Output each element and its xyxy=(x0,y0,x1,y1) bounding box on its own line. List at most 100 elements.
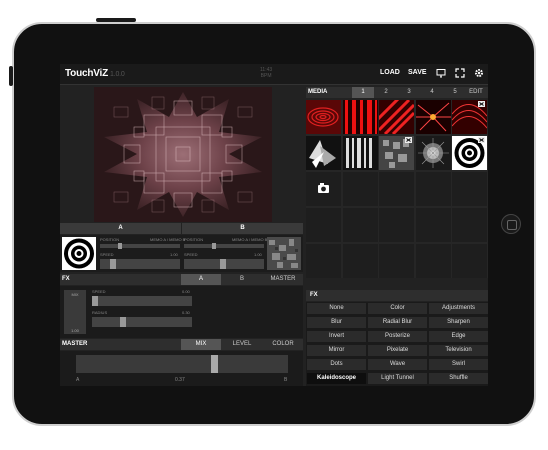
deck-b-position-slider[interactable] xyxy=(184,243,264,249)
camera-cell[interactable] xyxy=(306,172,341,206)
media-cell-10[interactable] xyxy=(452,136,487,170)
fx-button-adjustments[interactable]: Adjustments xyxy=(429,303,488,314)
deck-a-thumbnail[interactable] xyxy=(62,237,96,270)
deck-b-speed-label: SPEED xyxy=(184,252,198,257)
fx-radius-knob[interactable] xyxy=(120,317,126,327)
media-empty-cell[interactable] xyxy=(452,244,487,278)
deck-a-speed-label: SPEED xyxy=(100,252,114,257)
fx-radius-value: 0.30 xyxy=(182,310,190,315)
gear-icon[interactable] xyxy=(473,68,484,79)
ipad-top-button xyxy=(96,18,136,22)
fx-speed-value: 0.00 xyxy=(182,289,190,294)
fx-label: FX xyxy=(62,276,70,282)
deck-a-speed-knob[interactable] xyxy=(110,259,116,269)
top-status: 11:43 BPM xyxy=(260,67,272,79)
media-empty-cell[interactable] xyxy=(416,244,451,278)
load-button[interactable]: LOAD xyxy=(380,69,400,76)
fx-tab-a[interactable]: A xyxy=(181,274,221,285)
master-tab-color[interactable]: COLOR xyxy=(263,339,303,350)
deck-b-header[interactable]: B xyxy=(182,223,303,234)
fx-button-mirror[interactable]: Mirror xyxy=(307,345,366,356)
master-right-label: B xyxy=(284,377,288,383)
media-tab-5[interactable]: 5 xyxy=(444,87,466,98)
fx-button-light-tunnel[interactable]: Light Tunnel xyxy=(368,373,427,384)
fx-button-radial-blur[interactable]: Radial Blur xyxy=(368,317,427,328)
media-empty-cell[interactable] xyxy=(343,172,378,206)
fx-button-blur[interactable]: Blur xyxy=(307,317,366,328)
deck-a-position-slider[interactable] xyxy=(100,243,180,249)
fx-button-wave[interactable]: Wave xyxy=(368,359,427,370)
media-empty-cell[interactable] xyxy=(452,208,487,242)
media-empty-cell[interactable] xyxy=(343,208,378,242)
master-tab-level[interactable]: LEVEL xyxy=(222,339,262,350)
media-tab-4[interactable]: 4 xyxy=(421,87,443,98)
media-empty-cell[interactable] xyxy=(306,208,341,242)
media-cell-5[interactable] xyxy=(452,100,487,134)
fx-speed-knob[interactable] xyxy=(92,296,98,306)
fx-speed-slider[interactable] xyxy=(92,296,192,306)
media-cell-7[interactable] xyxy=(343,136,378,170)
deck-a-speed-slider[interactable] xyxy=(100,259,180,269)
save-button[interactable]: SAVE xyxy=(408,69,427,76)
media-empty-cell[interactable] xyxy=(452,172,487,206)
media-empty-cell[interactable] xyxy=(416,172,451,206)
fx-button-television[interactable]: Television xyxy=(429,345,488,356)
ipad-side-button xyxy=(9,66,13,86)
master-crossfader[interactable] xyxy=(76,355,288,373)
fx-button-color[interactable]: Color xyxy=(368,303,427,314)
media-empty-cell[interactable] xyxy=(416,208,451,242)
media-tab-3[interactable]: 3 xyxy=(398,87,420,98)
media-empty-cell[interactable] xyxy=(379,244,414,278)
fx-mix-fader[interactable]: MIX 1.00 xyxy=(64,290,86,334)
fx-mix-top-label: MIX xyxy=(71,292,79,297)
fullscreen-icon[interactable] xyxy=(454,68,465,79)
fx-button-none[interactable]: None xyxy=(307,303,366,314)
master-tabs-bar: MASTER MIX LEVEL COLOR xyxy=(60,339,303,350)
media-tab-2[interactable]: 2 xyxy=(375,87,397,98)
deck-a-position-label: POSITION xyxy=(100,237,120,242)
master-label: MASTER xyxy=(62,341,88,347)
media-empty-cell[interactable] xyxy=(379,208,414,242)
fx-button-posterize[interactable]: Posterize xyxy=(368,331,427,342)
fx-controls: MIX 1.00 SPEED 0.00 RADIUS 0.30 xyxy=(60,286,303,338)
media-cell-4[interactable] xyxy=(416,100,451,134)
fx-button-edge[interactable]: Edge xyxy=(429,331,488,342)
master-controls: A 0.37 B xyxy=(60,351,303,386)
media-empty-cell[interactable] xyxy=(343,244,378,278)
deck-b-thumbnail[interactable] xyxy=(267,237,301,270)
monitor-icon[interactable] xyxy=(435,68,446,79)
media-cell-2[interactable] xyxy=(343,100,378,134)
fx-button-kaleidoscope[interactable]: Kaleidoscope xyxy=(307,373,366,384)
media-tab-1[interactable]: 1 xyxy=(352,87,374,98)
fx-radius-slider[interactable] xyxy=(92,317,192,327)
deck-b-speed-slider[interactable] xyxy=(184,259,264,269)
master-crossfader-knob[interactable] xyxy=(211,355,219,373)
fx-button-sharpen[interactable]: Sharpen xyxy=(429,317,488,328)
media-cell-6[interactable] xyxy=(306,136,341,170)
fx-button-dots[interactable]: Dots xyxy=(307,359,366,370)
media-empty-cell[interactable] xyxy=(306,244,341,278)
media-cell-3[interactable] xyxy=(379,100,414,134)
media-edit-button[interactable]: EDIT xyxy=(464,87,488,98)
deck-b-speed-knob[interactable] xyxy=(220,259,226,269)
deck-a-range-label: MEMO A / MEMO B xyxy=(150,237,186,242)
home-button[interactable] xyxy=(501,214,521,234)
deck-a-header[interactable]: A xyxy=(60,223,181,234)
master-left-label: A xyxy=(76,377,80,383)
fx-button-swirl[interactable]: Swirl xyxy=(429,359,488,370)
master-tab-mix[interactable]: MIX xyxy=(181,339,221,350)
fx-speed-label: SPEED xyxy=(92,289,106,294)
fx-button-shuffle[interactable]: Shuffle xyxy=(429,373,488,384)
fx-button-invert[interactable]: Invert xyxy=(307,331,366,342)
deck-b-position-knob[interactable] xyxy=(212,243,216,249)
top-bar: TouchViZ 1.0.0 11:43 BPM LOAD SAVE xyxy=(60,64,488,85)
fx-tab-master[interactable]: MASTER xyxy=(263,274,303,285)
media-empty-cell[interactable] xyxy=(379,172,414,206)
fx-tab-b[interactable]: B xyxy=(222,274,262,285)
deck-a-position-knob[interactable] xyxy=(118,243,122,249)
media-cell-1[interactable] xyxy=(306,100,341,134)
fx-button-pixelate[interactable]: Pixelate xyxy=(368,345,427,356)
media-cell-8[interactable] xyxy=(379,136,414,170)
media-cell-9[interactable] xyxy=(416,136,451,170)
master-mix-value: 0.37 xyxy=(175,377,185,383)
